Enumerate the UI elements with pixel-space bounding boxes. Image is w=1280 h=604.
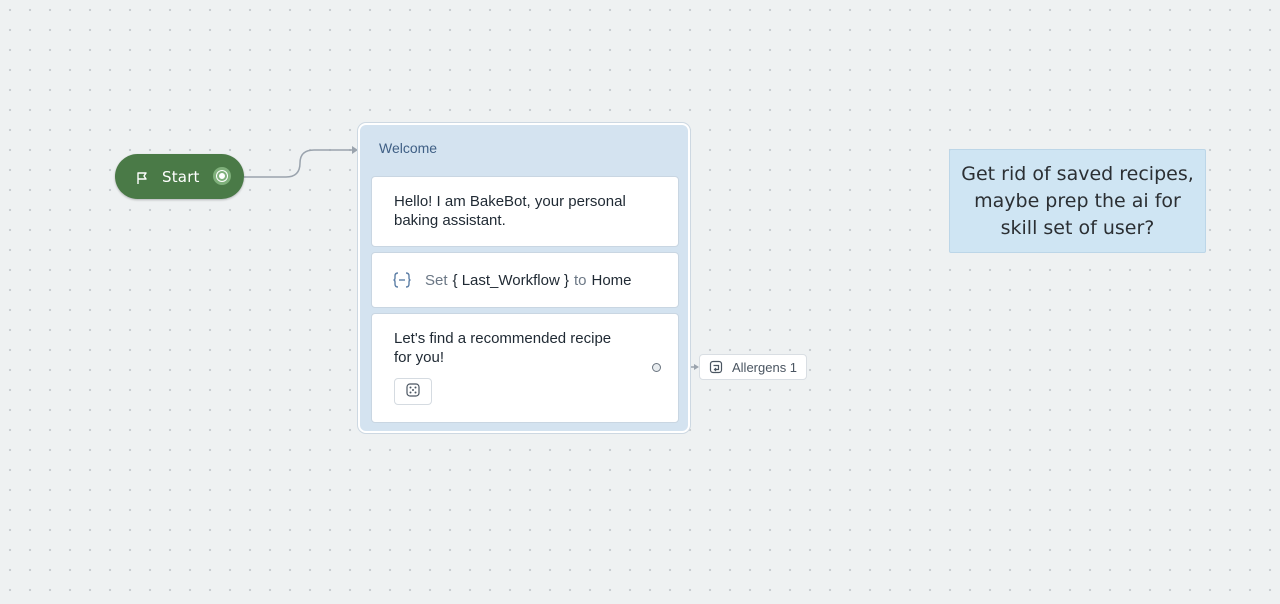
to-label: to: [573, 271, 587, 289]
block-title: Welcome: [379, 140, 438, 156]
sticky-note[interactable]: Get rid of saved recipes, maybe prep the…: [949, 149, 1206, 253]
sticky-note-text: Get rid of saved recipes, maybe prep the…: [961, 162, 1194, 239]
set-label: Set: [425, 271, 448, 289]
set-variable-row: Set { Last_Workflow } to Home: [392, 270, 632, 290]
port-dot-icon: [217, 171, 227, 181]
randomize-button[interactable]: [394, 378, 432, 405]
variable-value: Home: [591, 271, 632, 289]
flag-icon: [135, 170, 149, 184]
variable-icon: [392, 270, 412, 290]
text-step-greeting[interactable]: Hello! I am BakeBot, your personal bakin…: [371, 176, 679, 247]
link-block-icon: [709, 360, 723, 374]
allergens-link-chip[interactable]: Allergens 1: [699, 354, 807, 380]
link-chip-label: Allergens 1: [732, 359, 798, 375]
step-output-port[interactable]: [652, 363, 661, 372]
step-text: Let's find a recommended recipe for you!: [394, 330, 612, 366]
flow-canvas[interactable]: Start Welcome Hello! I am BakeBot, your …: [0, 0, 1280, 604]
start-to-welcome-connector: [244, 149, 352, 178]
text-step-recommendation[interactable]: Let's find a recommended recipe for you!: [371, 313, 679, 423]
start-label: Start: [162, 167, 200, 186]
dice-icon: [406, 382, 420, 401]
start-node[interactable]: Start: [115, 154, 244, 199]
set-variable-step[interactable]: Set { Last_Workflow } to Home: [371, 252, 679, 308]
start-output-port[interactable]: [213, 167, 231, 185]
step-text: Hello! I am BakeBot, your personal bakin…: [394, 193, 626, 229]
welcome-block[interactable]: Welcome Hello! I am BakeBot, your person…: [358, 123, 690, 433]
variable-name: { Last_Workflow }: [452, 271, 569, 289]
